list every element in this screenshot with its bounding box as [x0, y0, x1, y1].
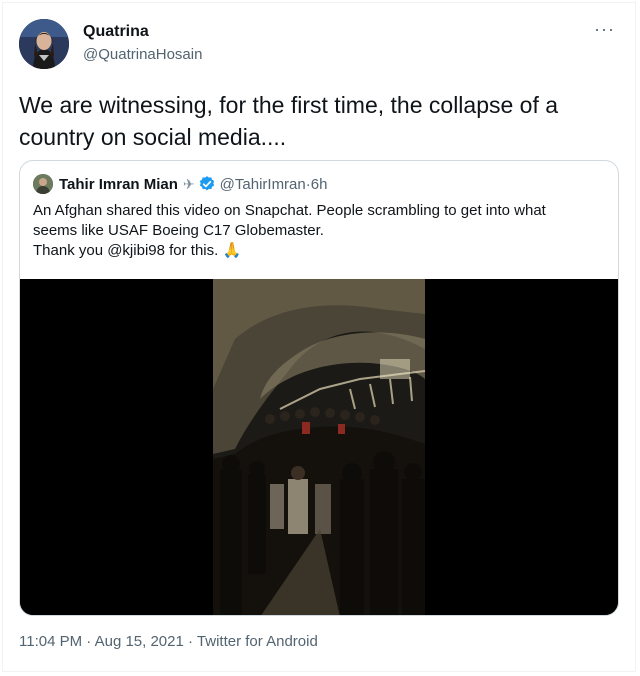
tweet-card: Quatrina @QuatrinaHosain ··· We are witn…	[2, 2, 636, 672]
airplane-icon: ✈	[182, 175, 195, 192]
tweet-meta: 11:04 PM · Aug 15, 2021 · Twitter for An…	[19, 633, 318, 650]
video-frame	[213, 279, 426, 615]
tweet-timestamp[interactable]: 11:04 PM · Aug 15, 2021 ·	[19, 633, 197, 650]
verified-badge-icon	[198, 175, 216, 193]
video-player[interactable]	[20, 279, 618, 615]
quoted-author-avatar[interactable]	[33, 174, 53, 194]
quoted-author-handle[interactable]: @TahirImran	[220, 176, 306, 193]
author-avatar[interactable]	[19, 19, 69, 69]
tweet-text: We are witnessing, for the first time, t…	[19, 92, 559, 150]
quoted-text-line: An Afghan shared this video on Snapchat.…	[33, 202, 546, 219]
quoted-text-line: seems like USAF Boeing C17 Globemaster.	[33, 222, 324, 239]
quoted-tweet[interactable]: Tahir Imran Mian ✈ @TahirImran · 6h An A…	[19, 160, 619, 616]
tweet-source[interactable]: Twitter for Android	[197, 633, 318, 650]
quoted-author-name[interactable]: Tahir Imran Mian	[59, 176, 178, 193]
more-icon[interactable]: ···	[594, 19, 615, 40]
quoted-tweet-text: An Afghan shared this video on Snapchat.…	[33, 201, 608, 261]
quoted-time[interactable]: 6h	[311, 176, 328, 193]
quoted-text-line: Thank you @kjibi98 for this. 🙏	[33, 242, 242, 259]
author-handle[interactable]: @QuatrinaHosain	[83, 46, 202, 63]
quoted-tweet-header: Tahir Imran Mian ✈ @TahirImran · 6h	[33, 173, 327, 195]
author-name[interactable]: Quatrina	[83, 23, 149, 41]
